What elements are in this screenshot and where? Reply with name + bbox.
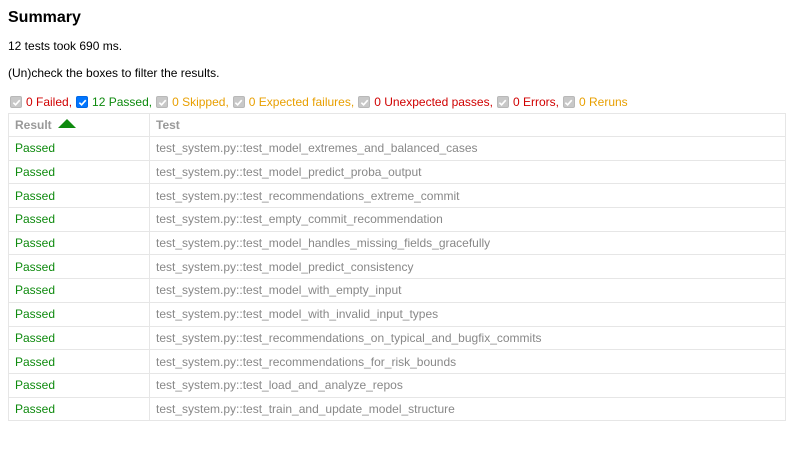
test-column-header[interactable]: Test	[149, 113, 786, 137]
result-cell: Passed	[8, 159, 150, 185]
table-row: Passed test_system.py::test_model_predic…	[8, 159, 786, 185]
result-cell: Passed	[8, 183, 150, 209]
passed-checkbox[interactable]	[76, 96, 89, 108]
table-row: Passed test_system.py::test_recommendati…	[8, 349, 786, 374]
result-cell: Passed	[8, 230, 150, 256]
failed-label: 0 Failed,	[26, 95, 73, 109]
reruns-checkbox[interactable]	[562, 96, 575, 108]
table-row: Passed test_system.py::test_train_and_up…	[8, 396, 786, 422]
test-name-cell: test_system.py::test_model_extremes_and_…	[149, 136, 786, 161]
table-row: Passed test_system.py::test_model_with_i…	[8, 301, 786, 327]
result-cell: Passed	[8, 278, 150, 303]
table-row: Passed test_system.py::test_model_predic…	[8, 254, 786, 280]
test-name-cell: test_system.py::test_train_and_update_mo…	[149, 396, 786, 422]
filter-bar: 0 Failed, 12 Passed, 0 Skipped, 0 Expect…	[10, 94, 628, 110]
skipped-checkbox[interactable]	[156, 96, 169, 108]
table-header-row: Result Test	[8, 113, 786, 137]
checkmark-icon	[565, 99, 573, 106]
filter-skipped[interactable]: 0 Skipped,	[156, 94, 233, 110]
test-name-cell: test_system.py::test_model_predict_consi…	[149, 254, 786, 280]
filter-failed[interactable]: 0 Failed,	[10, 94, 76, 110]
result-cell: Passed	[8, 301, 150, 327]
table-row: Passed test_system.py::test_model_extrem…	[8, 136, 786, 161]
result-cell: Passed	[8, 372, 150, 398]
checkmark-icon	[12, 99, 20, 106]
checkmark-icon	[360, 99, 369, 106]
checkmark-icon	[499, 99, 507, 106]
filter-reruns[interactable]: 0 Reruns	[562, 94, 628, 110]
summary-title: Summary	[8, 9, 81, 26]
result-cell: Passed	[8, 325, 150, 351]
result-cell: Passed	[8, 136, 150, 161]
xpassed-label: 0 Unexpected passes,	[374, 95, 493, 109]
xfailed-checkbox[interactable]	[232, 96, 245, 108]
table-row: Passed test_system.py::test_load_and_ana…	[8, 372, 786, 398]
xpassed-checkbox[interactable]	[358, 96, 371, 108]
result-cell: Passed	[8, 396, 150, 422]
test-name-cell: test_system.py::test_recommendations_ext…	[149, 183, 786, 209]
table-row: Passed test_system.py::test_recommendati…	[8, 183, 786, 209]
test-name-cell: test_system.py::test_model_with_empty_in…	[149, 278, 786, 303]
result-cell: Passed	[8, 349, 150, 374]
test-name-cell: test_system.py::test_recommendations_for…	[149, 349, 786, 374]
result-header-label: Result	[15, 118, 52, 132]
table-row: Passed test_system.py::test_model_handle…	[8, 230, 786, 256]
duration-text: 12 tests took 690 ms.	[8, 39, 123, 53]
filter-errors[interactable]: 0 Errors,	[496, 94, 563, 110]
filter-hint: (Un)check the boxes to filter the result…	[8, 66, 220, 80]
result-cell: Passed	[8, 207, 150, 232]
results-table: Result Test Passed test_system.py::test_…	[8, 113, 786, 422]
checkmark-icon	[158, 99, 166, 106]
passed-label: 12 Passed,	[92, 95, 153, 109]
xfailed-label: 0 Expected failures,	[248, 95, 355, 109]
table-row: Passed test_system.py::test_model_with_e…	[8, 278, 786, 303]
test-header-label: Test	[156, 118, 180, 132]
errors-checkbox[interactable]	[496, 96, 509, 108]
test-name-cell: test_system.py::test_empty_commit_recomm…	[149, 207, 786, 232]
checkmark-icon	[78, 99, 86, 106]
test-name-cell: test_system.py::test_model_predict_proba…	[149, 159, 786, 185]
test-name-cell: test_system.py::test_model_handles_missi…	[149, 230, 786, 256]
filter-xpassed[interactable]: 0 Unexpected passes,	[358, 94, 497, 110]
result-cell: Passed	[8, 254, 150, 280]
failed-checkbox[interactable]	[10, 96, 22, 108]
skipped-label: 0 Skipped,	[172, 95, 229, 109]
table-row: Passed test_system.py::test_recommendati…	[8, 325, 786, 351]
result-column-header[interactable]: Result	[8, 113, 150, 137]
test-name-cell: test_system.py::test_recommendations_on_…	[149, 325, 786, 351]
checkmark-icon	[235, 99, 243, 106]
test-name-cell: test_system.py::test_load_and_analyze_re…	[149, 372, 786, 398]
filter-passed[interactable]: 12 Passed,	[76, 94, 156, 110]
reruns-label: 0 Reruns	[578, 95, 628, 109]
test-name-cell: test_system.py::test_model_with_invalid_…	[149, 301, 786, 327]
sort-ascending-icon	[57, 119, 76, 128]
errors-label: 0 Errors,	[512, 95, 559, 109]
table-row: Passed test_system.py::test_empty_commit…	[8, 207, 786, 232]
filter-xfailed[interactable]: 0 Expected failures,	[232, 94, 358, 110]
report-page: Summary 12 tests took 690 ms. (Un)check …	[0, 0, 786, 451]
